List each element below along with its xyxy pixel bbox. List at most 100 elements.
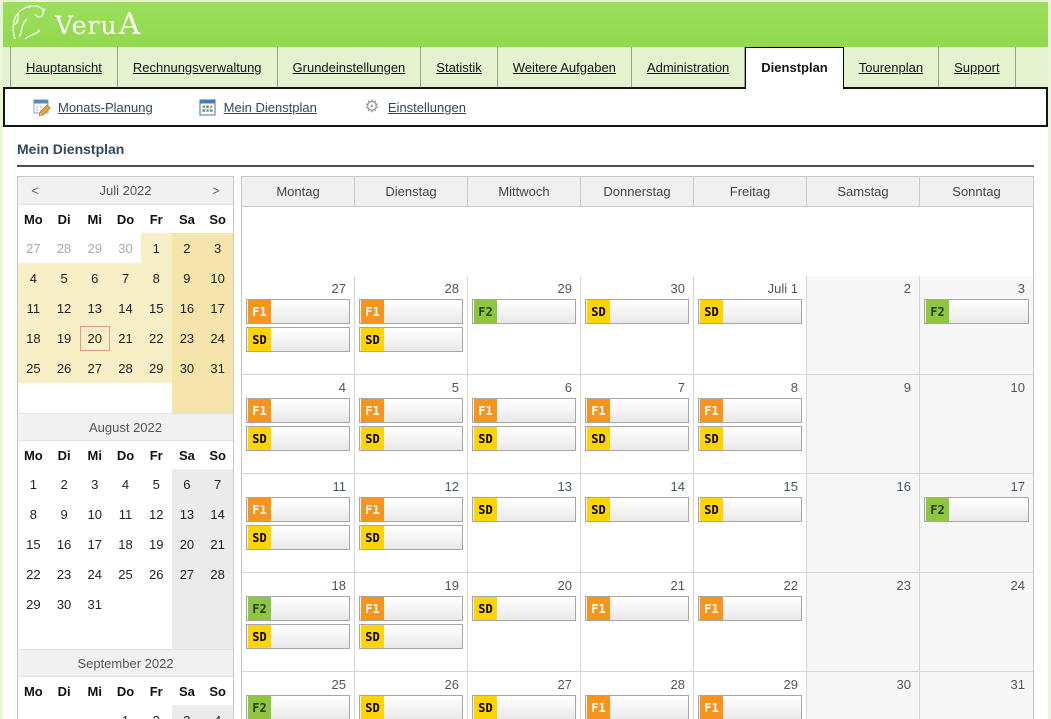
shift-entry[interactable]: SD [359,695,463,719]
mini-day[interactable]: 2 [49,469,80,499]
mini-day[interactable]: 23 [172,323,203,353]
prev-month-button[interactable]: < [22,177,48,205]
mini-day[interactable]: 19 [49,323,80,353]
mini-day[interactable]: 12 [141,499,172,529]
tab-statistik[interactable]: Statistik [421,47,498,87]
shift-entry[interactable]: F2 [472,299,576,324]
mini-day[interactable]: 28 [110,353,141,383]
next-month-button[interactable]: > [203,177,229,205]
shift-entry[interactable]: F1 [246,398,350,423]
mini-day[interactable]: 2 [172,233,203,263]
shift-entry[interactable]: F1 [359,398,463,423]
mini-day[interactable]: 8 [18,499,49,529]
mini-day[interactable]: 24 [79,559,110,589]
shift-entry[interactable]: F2 [246,596,350,621]
shift-entry[interactable]: F1 [585,398,689,423]
shift-entry[interactable]: SD [472,695,576,719]
mini-day[interactable]: 3 [172,705,203,719]
mini-day[interactable]: 19 [141,529,172,559]
mini-day[interactable]: 29 [18,589,49,619]
shift-entry[interactable]: F1 [359,596,463,621]
tab-tourenplan[interactable]: Tourenplan [844,47,939,87]
mini-day[interactable]: 26 [49,353,80,383]
shift-entry[interactable]: SD [359,426,463,451]
shift-entry[interactable]: F1 [698,398,802,423]
mini-day[interactable]: 27 [18,233,49,263]
mini-day[interactable]: 13 [79,293,110,323]
shift-entry[interactable]: F1 [698,596,802,621]
mini-day[interactable]: 31 [202,353,233,383]
mini-day[interactable]: 14 [202,499,233,529]
mini-day[interactable]: 3 [202,233,233,263]
mini-day[interactable]: 4 [110,469,141,499]
shift-entry[interactable]: F1 [246,497,350,522]
mini-day[interactable]: 4 [18,263,49,293]
mini-day[interactable]: 22 [141,323,172,353]
mini-day[interactable]: 8 [141,263,172,293]
mini-day[interactable]: 17 [79,529,110,559]
mini-day[interactable]: 11 [18,293,49,323]
mini-day[interactable]: 9 [49,499,80,529]
mini-day[interactable]: 6 [172,469,203,499]
mini-day[interactable]: 7 [202,469,233,499]
mini-day[interactable]: 28 [49,233,80,263]
mini-day[interactable]: 26 [141,559,172,589]
shift-entry[interactable]: SD [472,426,576,451]
mini-day[interactable]: 10 [79,499,110,529]
mini-day[interactable]: 18 [18,323,49,353]
mini-day[interactable]: 5 [141,469,172,499]
shift-entry[interactable]: F1 [585,596,689,621]
mini-day[interactable]: 27 [172,559,203,589]
mini-day[interactable]: 1 [141,233,172,263]
mini-day[interactable]: 18 [110,529,141,559]
mini-day[interactable]: 9 [172,263,203,293]
mini-day[interactable]: 27 [79,353,110,383]
shift-entry[interactable]: SD [246,327,350,352]
mini-day[interactable]: 23 [49,559,80,589]
mini-day[interactable]: 3 [79,469,110,499]
mini-day[interactable]: 13 [172,499,203,529]
mini-day[interactable]: 2 [141,705,172,719]
mini-day[interactable]: 22 [18,559,49,589]
mini-day[interactable]: 24 [202,323,233,353]
shift-entry[interactable]: SD [698,426,802,451]
tab-hauptansicht[interactable]: Hauptansicht [10,47,118,87]
tab-grundeinstellungen[interactable]: Grundeinstellungen [278,47,422,87]
mini-day[interactable]: 25 [18,353,49,383]
mini-day[interactable]: 29 [79,233,110,263]
mini-day[interactable]: 21 [110,323,141,353]
shift-entry[interactable]: F1 [359,497,463,522]
shift-entry[interactable]: SD [246,624,350,649]
shift-entry[interactable]: SD [698,497,802,522]
tab-support[interactable]: Support [939,47,1016,87]
mini-day[interactable]: 1 [110,705,141,719]
shift-entry[interactable]: SD [472,497,576,522]
shift-entry[interactable]: SD [246,426,350,451]
shift-entry[interactable]: SD [359,327,463,352]
mini-day[interactable]: 30 [49,589,80,619]
shift-entry[interactable]: SD [472,596,576,621]
tab-dienstplan[interactable]: Dienstplan [745,47,843,89]
mini-day[interactable]: 11 [110,499,141,529]
shift-entry[interactable]: SD [246,525,350,550]
mini-day[interactable]: 25 [110,559,141,589]
tab-administration[interactable]: Administration [632,47,745,87]
mini-day[interactable]: 12 [49,293,80,323]
shift-entry[interactable]: F1 [698,695,802,719]
toolbar-item-monats-planung[interactable]: Monats-Planung [33,98,153,116]
mini-day[interactable]: 14 [110,293,141,323]
tab-rechnungsverwaltung[interactable]: Rechnungsverwaltung [118,47,278,87]
mini-day[interactable]: 30 [172,353,203,383]
shift-entry[interactable]: F2 [246,695,350,719]
mini-day[interactable]: 15 [141,293,172,323]
shift-entry[interactable]: F1 [246,299,350,324]
mini-day[interactable]: 21 [202,529,233,559]
mini-day[interactable]: 4 [202,705,233,719]
mini-day[interactable]: 7 [110,263,141,293]
mini-day[interactable]: 16 [49,529,80,559]
mini-day[interactable]: 10 [202,263,233,293]
mini-day[interactable]: 16 [172,293,203,323]
mini-day[interactable]: 30 [110,233,141,263]
mini-day[interactable]: 28 [202,559,233,589]
mini-day[interactable]: 29 [141,353,172,383]
